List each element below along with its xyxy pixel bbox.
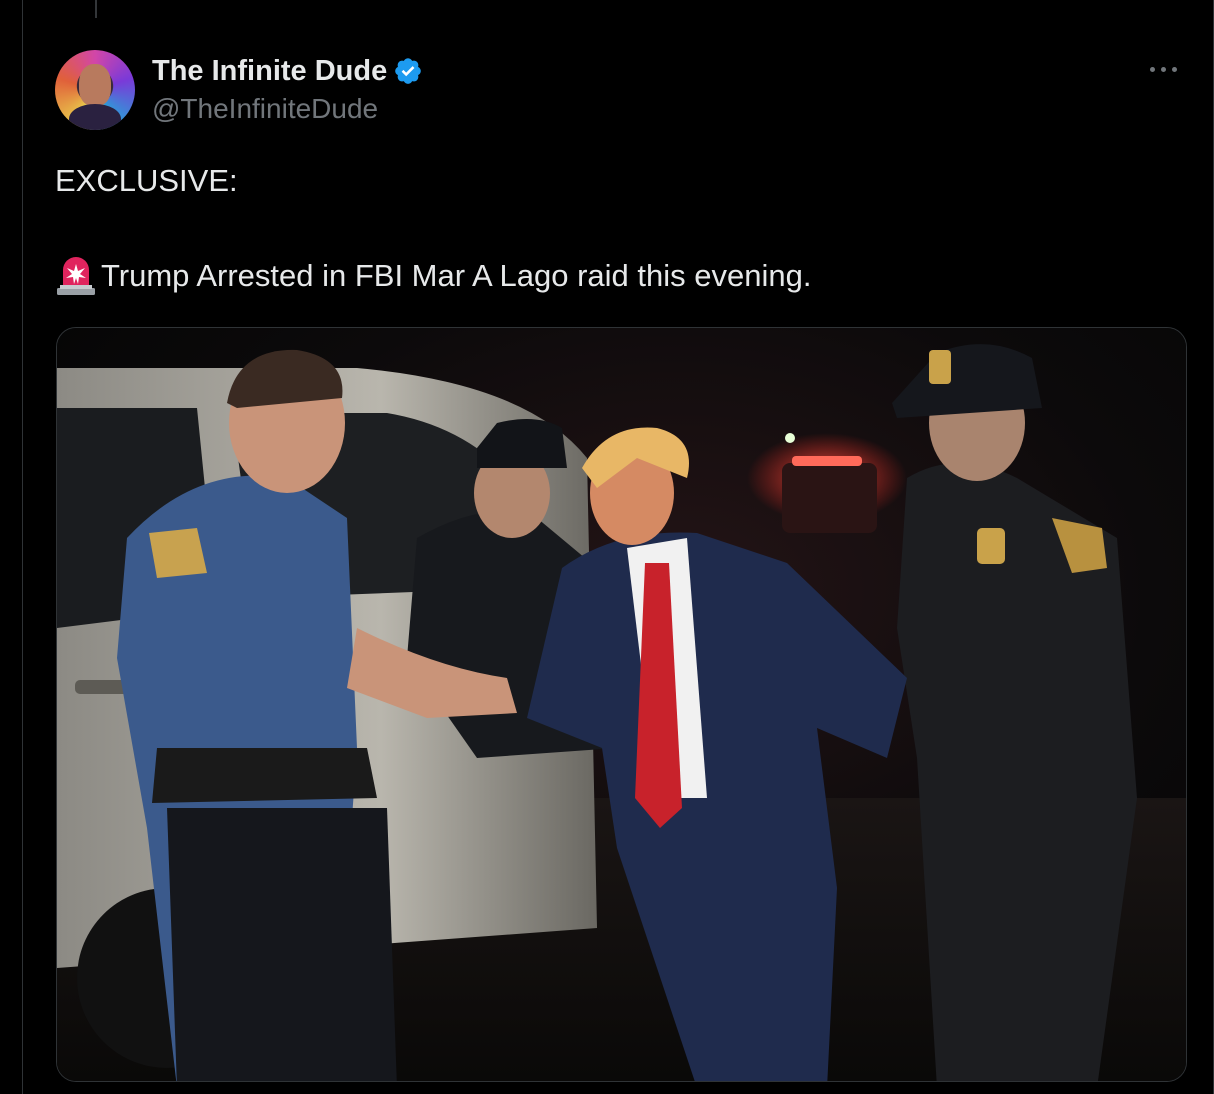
officer-left-trousers (167, 808, 397, 1081)
light-bar (792, 456, 862, 466)
avatar-shoulders (69, 104, 121, 130)
avatar[interactable] (55, 50, 135, 130)
arrest-photo-illustration (57, 328, 1186, 1081)
tweet-media-image[interactable] (56, 327, 1187, 1082)
thread-connector-line (95, 0, 97, 18)
distant-vehicle (782, 463, 877, 533)
display-name[interactable]: The Infinite Dude (152, 55, 387, 88)
street-light (785, 433, 795, 443)
rotating-light-icon (57, 257, 95, 295)
verified-badge-icon[interactable] (393, 56, 423, 86)
officer-left-shoulder-patch (149, 528, 207, 578)
officer-left-belt (152, 748, 377, 803)
tweet-text-line1: EXCLUSIVE: (55, 163, 238, 198)
author-name-row: The Infinite Dude (152, 52, 423, 90)
timeline-left-border (22, 0, 23, 1094)
officer-right-cap-badge (929, 350, 951, 384)
more-options-icon[interactable] (1150, 62, 1184, 76)
avatar-face (79, 64, 111, 106)
officer-right-badge (977, 528, 1005, 564)
tweet-text-line2: Trump Arrested in FBI Mar A Lago raid th… (101, 258, 812, 293)
tweet-text-line2-row: Trump Arrested in FBI Mar A Lago raid th… (55, 256, 811, 296)
user-handle[interactable]: @TheInfiniteDude (152, 93, 378, 125)
